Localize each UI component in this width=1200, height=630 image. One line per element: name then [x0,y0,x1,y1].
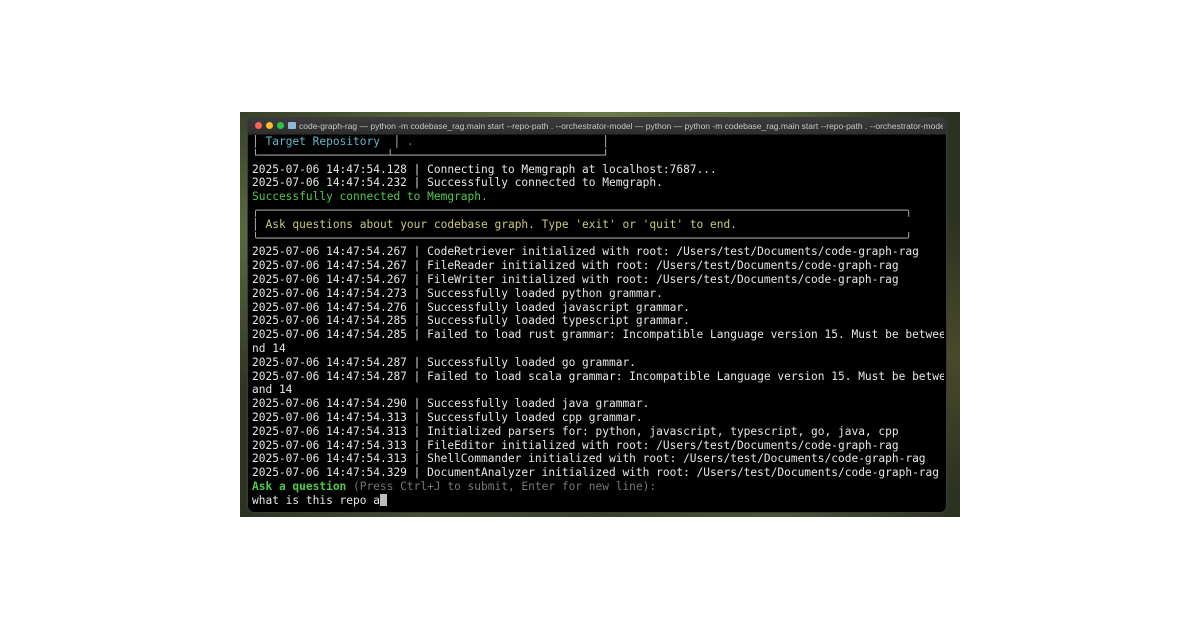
log-line: 2025-07-06 14:47:54.313 | FileEditor ini… [252,438,899,452]
folder-icon [288,122,296,129]
log-line: 2025-07-06 14:47:54.128 | Connecting to … [252,162,717,176]
log-line: 2025-07-06 14:47:54.313 | Initialized pa… [252,424,899,438]
target-repo-table: │ Target Repository │ . │ [252,135,610,148]
prompt-box-text: Ask questions about your codebase graph.… [265,217,737,231]
log-line: 2025-07-06 14:47:54.267 | FileWriter ini… [252,272,899,286]
prompt-box-bottom: ╰───────────────────────────────────────… [252,231,913,245]
log-line: 2025-07-06 14:47:54.287 | Successfully l… [252,355,636,369]
log-line: 2025-07-06 14:47:54.273 | Successfully l… [252,286,663,300]
log-line: 2025-07-06 14:47:54.329 | DocumentAnalyz… [252,466,940,480]
window-titlebar[interactable]: code-graph-rag — python -m codebase_rag.… [248,118,946,135]
log-line: 2025-07-06 14:47:54.232 | Successfully c… [252,176,663,190]
log-line: 2025-07-06 14:47:54.313 | Successfully l… [252,410,643,424]
close-window-button[interactable] [255,122,262,129]
text-cursor [379,493,387,506]
log-line: 2025-07-06 14:47:54.290 | Successfully l… [252,397,650,411]
question-input[interactable]: what is this repo a [252,493,944,508]
log-line: 2025-07-06 14:47:54.276 | Successfully l… [252,300,690,314]
prompt-box-top: ╭───────────────────────────────────────… [252,203,913,217]
question-prompt-label: Ask a question [252,479,347,493]
window-title: code-graph-rag — python -m codebase_rag.… [299,121,943,131]
target-repo-label: Target Repository [265,135,380,148]
target-repo-value: . [406,135,414,148]
question-input-text[interactable]: what is this repo a [252,494,380,507]
log-line: 2025-07-06 14:47:54.287 | Failed to load… [252,369,944,383]
maximize-window-button[interactable] [277,122,284,129]
log-line: nd 14 [252,341,286,355]
question-prompt: Ask a question (Press Ctrl+J to submit, … [252,480,944,494]
question-prompt-hint: (Press Ctrl+J to submit, Enter for new l… [346,479,657,493]
log-line: 2025-07-06 14:47:54.313 | ShellCommander… [252,452,926,466]
log-line: 2025-07-06 14:47:54.267 | FileReader ini… [252,259,899,273]
minimize-window-button[interactable] [266,122,273,129]
prompt-box: │ Ask questions about your codebase grap… [252,217,737,231]
log-line: and 14 [252,383,293,397]
terminal-window[interactable]: code-graph-rag — python -m codebase_rag.… [248,118,946,512]
connected-message: Successfully connected to Memgraph. [252,190,488,204]
log-line: 2025-07-06 14:47:54.285 | Successfully l… [252,314,690,328]
target-repo-table-bottom: └───────────────────┴───────────────────… [252,148,609,162]
log-line: 2025-07-06 14:47:54.285 | Failed to load… [252,328,944,342]
log-line: 2025-07-06 14:47:54.267 | CodeRetriever … [252,245,919,259]
terminal-output[interactable]: │ Target Repository │ . │ └─────────────… [252,135,944,509]
